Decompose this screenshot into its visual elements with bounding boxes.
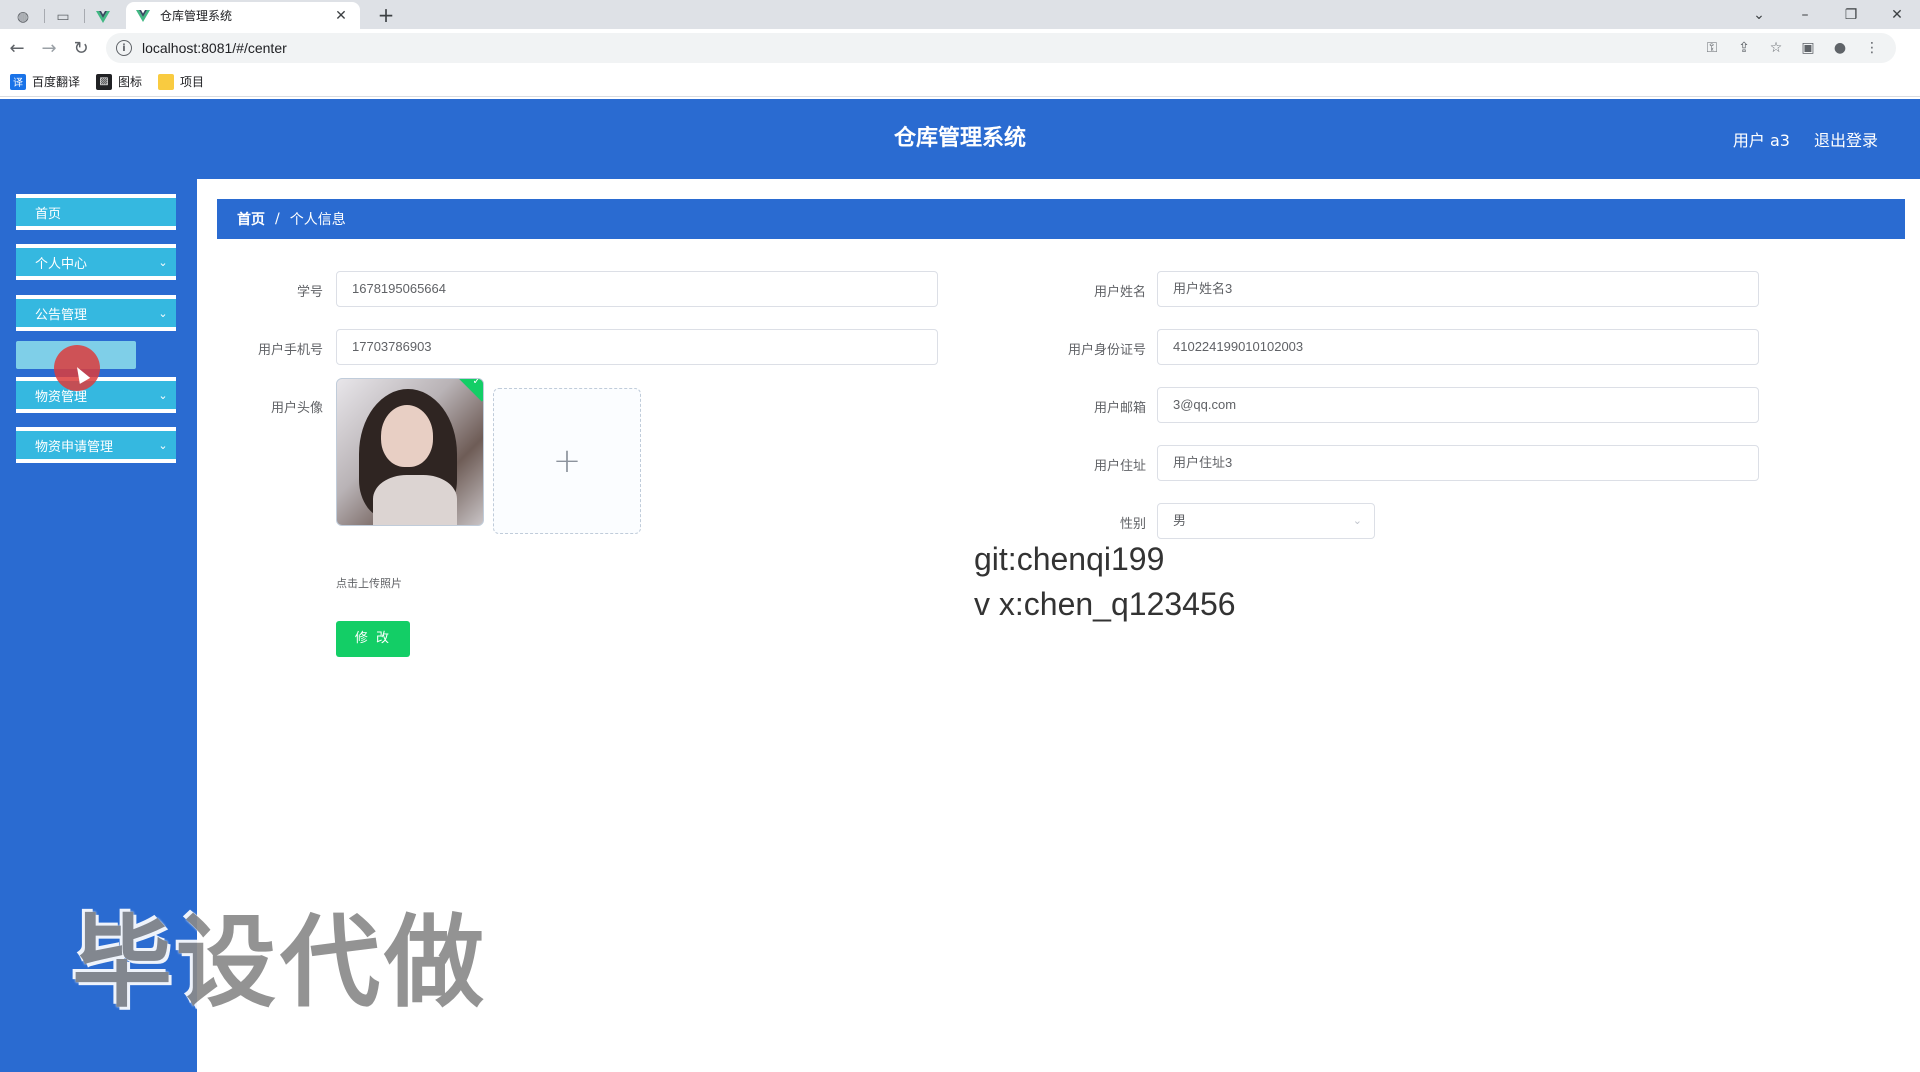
chevron-down-icon: ⌄ — [158, 388, 168, 402]
bookmark-icons[interactable]: ▨ 图标 — [96, 73, 142, 90]
name-label: 用户姓名 — [1093, 285, 1146, 300]
chevron-down-icon: ⌄ — [158, 306, 168, 320]
breadcrumb-home[interactable]: 首页 — [237, 209, 265, 229]
minimize-icon[interactable]: – — [1782, 7, 1828, 23]
forward-icon[interactable]: → — [34, 33, 64, 63]
breadcrumb-separator: / — [275, 211, 280, 227]
app-header: 仓库管理系统 用户 a3 退出登录 — [0, 99, 1920, 179]
id-card-input[interactable]: 410224199010102003 — [1157, 329, 1759, 365]
breadcrumb: 首页 / 个人信息 — [217, 199, 1905, 239]
tab-separator — [84, 9, 85, 23]
pinned-tab-blank[interactable]: ▭ — [46, 4, 80, 29]
avatar-body — [373, 475, 457, 525]
sidebar-item-label: 个人中心 — [35, 256, 88, 272]
tab-search-icon[interactable]: ⌄ — [1736, 7, 1782, 23]
bookmark-baidu-translate[interactable]: 译 百度翻译 — [10, 73, 80, 90]
sidebar-item-label: 公告管理 — [35, 307, 88, 323]
student-id-label: 学号 — [296, 285, 323, 300]
new-tab-button[interactable]: + — [374, 3, 398, 27]
chevron-down-icon: ⌄ — [158, 438, 168, 452]
email-label: 用户邮箱 — [1093, 401, 1146, 416]
share-icon[interactable]: ⇪ — [1728, 40, 1760, 56]
blank-page-icon: ▭ — [56, 8, 70, 25]
gender-select[interactable]: 男 ⌄ — [1157, 503, 1375, 539]
avatar-image[interactable]: ✓ — [336, 378, 484, 526]
overlay-vx-text: v x:chen_q123456 — [974, 586, 1236, 622]
browser-toolbar: ← → ↻ i localhost:8081/#/center ⚿ ⇪ ☆ ▣ … — [0, 29, 1920, 67]
chevron-down-icon: ⌄ — [158, 255, 168, 269]
avatar-label: 用户头像 — [270, 401, 323, 416]
bookmarks-bar: 译 百度翻译 ▨ 图标 项目 — [0, 67, 1920, 97]
folder-icon — [158, 73, 175, 90]
sidebar-item-home[interactable]: 首页 — [16, 194, 176, 230]
back-icon[interactable]: ← — [2, 33, 32, 63]
email-input[interactable]: 3@qq.com — [1157, 387, 1759, 423]
header-user-area: 用户 a3 退出登录 — [1709, 99, 1878, 179]
sidebar-item-materials[interactable]: 物资管理 ⌄ — [16, 377, 176, 413]
sidebar-item-label: 首页 — [35, 206, 62, 222]
phone-input[interactable]: 17703786903 — [336, 329, 938, 365]
tab-title: 仓库管理系统 — [160, 9, 233, 23]
logout-link[interactable]: 退出登录 — [1814, 127, 1878, 151]
phone-label: 用户手机号 — [257, 343, 323, 358]
breadcrumb-current: 个人信息 — [289, 212, 346, 228]
submit-button[interactable]: 修 改 — [336, 621, 410, 657]
upload-success-badge: ✓ — [456, 378, 483, 402]
sidebar-item-personal-center[interactable]: 个人中心 ⌄ — [16, 244, 176, 280]
watermark-text: 毕设代做 — [72, 904, 488, 1021]
address-label: 用户住址 — [1093, 459, 1146, 474]
side-panel-icon[interactable]: ▣ — [1792, 40, 1824, 56]
current-user-label: 用户 a3 — [1732, 131, 1790, 150]
sidebar-item-material-requests[interactable]: 物资申请管理 ⌄ — [16, 427, 176, 463]
pinned-tab-globe[interactable]: ◍ — [6, 4, 40, 29]
vue-logo-icon — [96, 10, 110, 23]
bookmark-label: 图标 — [118, 75, 143, 89]
window-controls: ⌄ – ❐ ✕ — [1736, 0, 1920, 29]
plus-icon: + — [552, 441, 582, 481]
bookmark-label: 项目 — [180, 75, 205, 89]
bookmark-label: 百度翻译 — [32, 75, 81, 89]
tab-separator — [44, 9, 45, 23]
check-icon: ✓ — [472, 378, 481, 388]
image-icon: ▨ — [96, 73, 113, 90]
gender-label: 性别 — [1119, 517, 1146, 532]
vue-logo-icon — [136, 9, 150, 22]
pinned-tab-vue[interactable] — [86, 4, 120, 29]
profile-avatar-icon[interactable]: ● — [1824, 40, 1856, 56]
star-icon[interactable]: ☆ — [1760, 40, 1792, 56]
overlay-git-text: git:chenqi199 — [974, 541, 1165, 577]
close-window-icon[interactable]: ✕ — [1874, 7, 1920, 23]
url-text: localhost:8081/#/center — [142, 40, 287, 56]
more-menu-icon[interactable]: ⋮ — [1856, 40, 1888, 56]
avatar-face — [381, 405, 433, 467]
app-title: 仓库管理系统 — [893, 126, 1026, 151]
id-card-label: 用户身份证号 — [1067, 343, 1146, 358]
restore-icon[interactable]: ❐ — [1828, 7, 1874, 23]
close-tab-icon[interactable]: ✕ — [332, 8, 350, 24]
globe-icon: ◍ — [16, 8, 30, 25]
browser-tab-strip: ◍ ▭ 仓库管理系统 ✕ + ⌄ – ❐ ✕ — [0, 0, 1920, 29]
key-icon[interactable]: ⚿ — [1696, 40, 1728, 56]
avatar-upload-button[interactable]: + — [493, 388, 641, 534]
sidebar-item-announcements[interactable]: 公告管理 ⌄ — [16, 295, 176, 331]
address-bar[interactable]: i localhost:8081/#/center ⚿ ⇪ ☆ ▣ ● ⋮ — [106, 33, 1896, 63]
gender-selected-value: 男 — [1173, 513, 1187, 528]
bookmark-projects[interactable]: 项目 — [158, 73, 204, 90]
translate-icon: 译 — [10, 73, 26, 90]
sidebar-item-label: 物资申请管理 — [35, 439, 114, 455]
name-input[interactable]: 用户姓名3 — [1157, 271, 1759, 307]
omnibox-actions: ⚿ ⇪ ☆ ▣ ● ⋮ — [1696, 33, 1888, 63]
active-browser-tab[interactable]: 仓库管理系统 ✕ — [126, 2, 360, 29]
student-id-input[interactable]: 1678195065664 — [336, 271, 938, 307]
sidebar-item-label: 物资管理 — [35, 389, 88, 405]
reload-icon[interactable]: ↻ — [66, 33, 96, 63]
chevron-down-icon: ⌄ — [1352, 514, 1362, 527]
site-info-icon[interactable]: i — [116, 40, 132, 56]
address-input[interactable]: 用户住址3 — [1157, 445, 1759, 481]
upload-tip: 点击上传照片 — [336, 577, 402, 590]
